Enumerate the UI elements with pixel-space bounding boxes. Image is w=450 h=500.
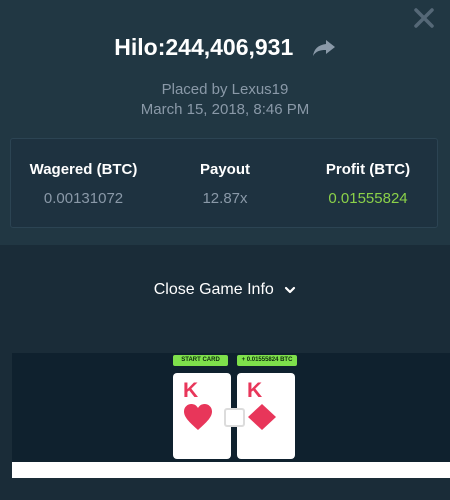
title-row: Hilo:244,406,931 [0, 34, 450, 61]
close-game-info-button[interactable]: Close Game Info [0, 281, 450, 299]
wagered-value: 0.00131072 [43, 190, 124, 207]
diamond-icon [248, 404, 276, 430]
stats-panel: Wagered (BTC) 0.00131072 Payout 12.87x P… [10, 138, 438, 228]
game-footer-bar [12, 462, 450, 478]
wagered-stat: Wagered (BTC) 0.00131072 [11, 139, 156, 207]
profit-stat: Profit (BTC) 0.01555824 [297, 139, 439, 207]
card-rank: K [183, 379, 199, 402]
heart-icon [184, 404, 212, 430]
profit-value: 0.01555824 [328, 190, 408, 207]
payout-stat: Payout 12.87x [161, 139, 289, 207]
start-card-tag: START CARD [173, 355, 228, 366]
card-next: K [237, 373, 295, 459]
profit-label: Profit (BTC) [325, 161, 411, 178]
chevron-down-icon [285, 286, 296, 293]
wagered-label: Wagered (BTC) [29, 161, 138, 178]
share-icon[interactable] [312, 38, 336, 58]
payout-value: 12.87x [202, 190, 248, 207]
profit-tag: + 0.01555824 BTC [237, 355, 297, 366]
payout-label: Payout [199, 161, 250, 178]
card-connector [224, 408, 245, 427]
card-rank: K [247, 379, 263, 402]
close-icon[interactable] [412, 6, 436, 30]
close-game-info-label: Close Game Info [153, 281, 274, 298]
placed-by-text: Placed by Lexus19 [161, 81, 289, 98]
card-start: K [173, 373, 231, 459]
timestamp: March 15, 2018, 8:46 PM [140, 101, 310, 118]
page-title: Hilo:244,406,931 [114, 34, 294, 60]
